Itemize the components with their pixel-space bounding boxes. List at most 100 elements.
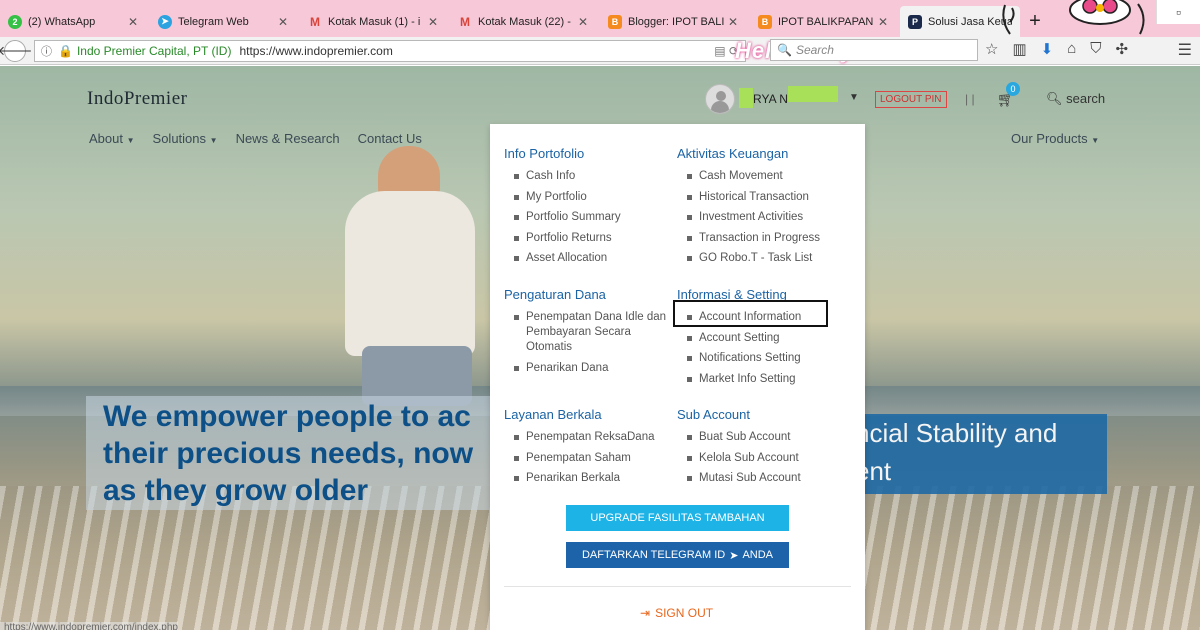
menu-item-asset-allocation[interactable]: Asset Allocation [504, 251, 669, 266]
nav-label: Our Products [1011, 131, 1088, 146]
restore-window-button[interactable]: ▫ [1156, 0, 1200, 24]
caret-down-icon[interactable]: ▼ [849, 92, 859, 103]
tab-gmail-1[interactable]: M Kotak Masuk (1) - i ✕ [300, 6, 448, 37]
nav-item-about[interactable]: About ▼ [89, 131, 135, 146]
menu-item-penempatan-saham[interactable]: Penempatan Saham [504, 451, 669, 466]
menu-item-investment-activities[interactable]: Investment Activities [677, 210, 857, 225]
site-logo[interactable]: IndoPremier [87, 88, 187, 110]
main-nav: About ▼ Solutions ▼ News & Research Cont… [89, 131, 422, 146]
account-dropdown-menu: Info Portofolio Cash Info My Portfolio P… [490, 124, 865, 630]
lock-icon: 🔒 [58, 43, 73, 58]
status-bar-url: https://www.indopremier.com/index.php [0, 622, 178, 630]
avatar[interactable] [705, 84, 735, 114]
search-label: search [1066, 91, 1106, 106]
section-title: Pengaturan Dana [504, 287, 606, 302]
menu-item-buat-sub-account[interactable]: Buat Sub Account [677, 430, 857, 445]
logout-pin-button[interactable]: LOGOUT PIN [875, 91, 947, 108]
blogger-icon: B [608, 14, 622, 29]
menu-item-penempatan-dana-idle[interactable]: Penempatan Dana Idle dan Pembayaran Seca… [504, 310, 669, 355]
tab-telegram[interactable]: ➤ Telegram Web ✕ [150, 6, 298, 37]
menu-item-mutasi-sub-account[interactable]: Mutasi Sub Account [677, 471, 857, 486]
tab-blogger-1[interactable]: B Blogger: IPOT BALI ✕ [600, 6, 748, 37]
menu-item-cash-movement[interactable]: Cash Movement [677, 169, 857, 184]
button-label-suffix: ANDA [742, 549, 773, 561]
close-icon[interactable]: ✕ [576, 15, 590, 29]
redaction-highlight [739, 88, 753, 108]
close-icon[interactable]: ✕ [426, 15, 440, 29]
telegram-icon: ➤ [158, 14, 172, 29]
redaction-highlight [788, 86, 838, 102]
menu-item-portfolio-summary[interactable]: Portfolio Summary [504, 210, 669, 225]
section-title: Layanan Berkala [504, 407, 602, 422]
menu-item-penarikan-berkala[interactable]: Penarikan Berkala [504, 471, 669, 486]
header-separator: | | [965, 92, 975, 106]
pocket-icon[interactable]: ⛉ [1090, 40, 1101, 58]
home-icon[interactable]: ⌂ [1067, 40, 1076, 58]
sign-out-link[interactable]: ⇥ SIGN OUT [640, 606, 713, 620]
button-label: DAFTARKAN TELEGRAM ID [581, 549, 726, 561]
tab-title: Telegram Web [178, 15, 249, 28]
tab-strip: 2 (2) WhatsApp ✕ ➤ Telegram Web ✕ M Kota… [0, 0, 1200, 37]
back-button[interactable]: 🡐 [0, 39, 32, 62]
menu-item-kelola-sub-account[interactable]: Kelola Sub Account [677, 451, 857, 466]
menu-item-go-robot-task-list[interactable]: GO Robo.T - Task List [677, 251, 857, 266]
gmail-icon: M [310, 14, 320, 29]
site-search-link[interactable]: 🔍︎ search [1046, 91, 1105, 107]
menu-item-historical-transaction[interactable]: Historical Transaction [677, 190, 857, 205]
close-icon[interactable]: ✕ [726, 15, 740, 29]
site-identity[interactable]: Indo Premier Capital, PT (ID) [77, 44, 232, 58]
menu-item-my-portfolio[interactable]: My Portfolio [504, 190, 669, 205]
close-icon[interactable]: ✕ [276, 15, 290, 29]
blogger-icon: B [758, 14, 772, 29]
username[interactable]: RYA N [753, 92, 788, 106]
menu-item-transaction-in-progress[interactable]: Transaction in Progress [677, 231, 857, 246]
page-content: IndoPremier RYA N ▼ LOGOUT PIN | | 🛒︎ 0 … [0, 66, 1200, 630]
section-title: Aktivitas Keuangan [677, 146, 789, 161]
menu-item-penempatan-reksadana[interactable]: Penempatan ReksaDana [504, 430, 669, 445]
upgrade-facilities-button[interactable]: UPGRADE FASILITAS TAMBAHAN [566, 505, 789, 531]
menu-item-penarikan-dana[interactable]: Penarikan Dana [504, 361, 669, 376]
nav-item-news-research[interactable]: News & Research [236, 131, 340, 146]
menu-item-cash-info[interactable]: Cash Info [504, 169, 669, 184]
sign-out-label: SIGN OUT [655, 606, 714, 620]
close-icon[interactable]: ✕ [126, 15, 140, 29]
browser-toolbar: ☆ ▥ ⬇ ⌂ ⛉ ✣ [985, 40, 1128, 58]
tab-gmail-2[interactable]: M Kotak Masuk (22) - ✕ [450, 6, 598, 37]
library-icon[interactable]: ▥ [1012, 40, 1026, 58]
hamburger-menu-icon[interactable]: ☰ [1178, 40, 1192, 60]
close-icon[interactable]: ✕ [876, 15, 890, 29]
tab-whatsapp[interactable]: 2 (2) WhatsApp ✕ [0, 6, 148, 37]
browser-search-input[interactable]: 🔍 Search [770, 39, 978, 61]
caret-down-icon: ▼ [209, 136, 218, 145]
nav-item-our-products[interactable]: Our Products ▼ [1011, 131, 1099, 146]
tab-title: Blogger: IPOT BALI [628, 15, 725, 28]
hero-banner-right: ncial Stability and ent [855, 414, 1107, 494]
nav-item-contact-us[interactable]: Contact Us [358, 131, 422, 146]
tab-blogger-2[interactable]: B IPOT BALIKPAPAN ✕ [750, 6, 898, 37]
menu-section-pengaturan-dana: Pengaturan Dana Penempatan Dana Idle dan… [504, 287, 669, 381]
menu-item-portfolio-returns[interactable]: Portfolio Returns [504, 231, 669, 246]
search-icon: 🔍 [777, 43, 792, 57]
menu-item-market-info-setting[interactable]: Market Info Setting [677, 372, 857, 387]
register-telegram-button[interactable]: DAFTARKAN TELEGRAM ID ➤ ANDA [566, 542, 789, 568]
nav-label: About [89, 131, 123, 146]
download-icon[interactable]: ⬇ [1041, 40, 1054, 58]
info-icon[interactable]: ⓘ [41, 43, 52, 59]
menu-section-layanan-berkala: Layanan Berkala Penempatan ReksaDana Pen… [504, 407, 669, 492]
whatsapp-icon: 2 [8, 14, 22, 29]
menu-section-aktivitas-keuangan: Aktivitas Keuangan Cash Movement Histori… [677, 146, 857, 272]
menu-item-notifications-setting[interactable]: Notifications Setting [677, 351, 857, 366]
bookmark-star-icon[interactable]: ☆ [985, 40, 998, 58]
hero-person-shirt [345, 191, 475, 356]
address-bar[interactable]: ⓘ 🔒 Indo Premier Capital, PT (ID) https:… [34, 39, 746, 62]
nav-item-solutions[interactable]: Solutions ▼ [153, 131, 218, 146]
nav-label: Solutions [152, 131, 207, 146]
menu-section-info-portofolio: Info Portofolio Cash Info My Portfolio P… [504, 146, 669, 272]
menu-item-account-setting[interactable]: Account Setting [677, 331, 857, 346]
indopremier-icon: P [908, 14, 922, 29]
telegram-icon: ➤ [729, 549, 739, 562]
extension-icon[interactable]: ✣ [1116, 40, 1129, 58]
search-icon: 🔍︎ [1046, 91, 1063, 106]
url-text[interactable]: https://www.indopremier.com [239, 44, 392, 58]
menu-section-sub-account: Sub Account Buat Sub Account Kelola Sub … [677, 407, 857, 492]
